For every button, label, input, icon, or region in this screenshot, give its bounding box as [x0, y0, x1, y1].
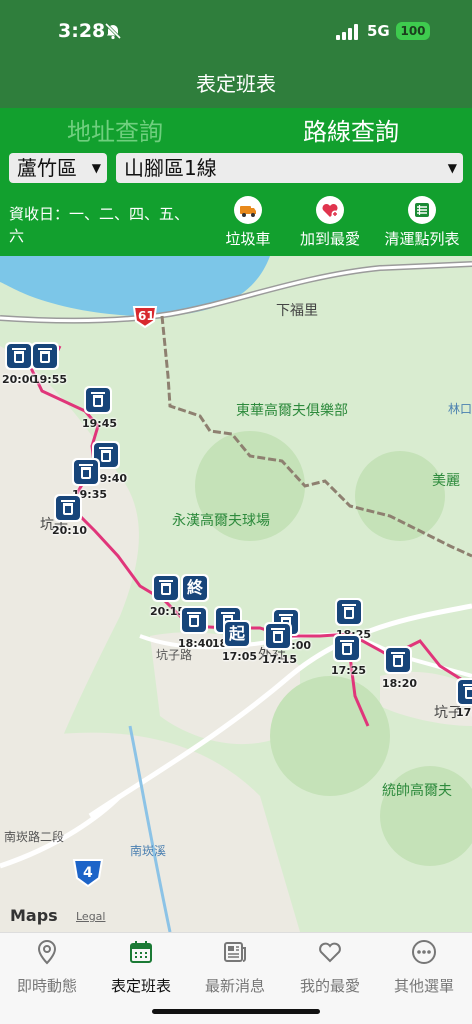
tab-favorites[interactable]: 我的最愛 [283, 939, 377, 996]
bell-muted-icon [104, 22, 122, 40]
stop-marker[interactable] [31, 342, 59, 370]
tab-address-search[interactable]: 地址查詢 [67, 112, 163, 147]
place-donghua-golf: 東華高爾夫俱樂部 [236, 403, 348, 419]
trash-can-icon [335, 636, 359, 660]
route-select-value: 山腳區1線 [124, 156, 217, 180]
trash-can-icon [337, 600, 361, 624]
place-tongshuai-golf: 統帥高爾夫 [382, 783, 452, 799]
place-linkou: 林口 [448, 402, 472, 416]
tab-news-label: 最新消息 [204, 977, 265, 995]
battery-indicator: 100 [396, 22, 430, 40]
tab-route-search[interactable]: 路線查詢 [303, 112, 399, 147]
stop-marker[interactable] [335, 598, 363, 626]
list-icon [408, 196, 436, 224]
end-label: 終 [183, 576, 207, 600]
stop-marker[interactable] [456, 678, 472, 706]
district-select-value: 蘆竹區 [17, 156, 77, 180]
stop-time: 17:05 [222, 650, 258, 663]
trash-can-icon [86, 388, 110, 412]
add-favorite-button[interactable]: 加到最愛 [285, 196, 375, 249]
tab-schedule[interactable]: 表定班表 [94, 939, 188, 996]
map-base [0, 256, 472, 932]
heart-plus-icon [316, 196, 344, 224]
app-screen: 3:28 5G 100 表定班表 地址查詢 路線查詢 蘆竹區 ▼ 山腳區1線 ▼… [0, 0, 472, 1024]
trash-can-icon [154, 576, 178, 600]
stop-time: 18:40 [178, 637, 214, 650]
stop-marker[interactable] [152, 574, 180, 602]
stop-marker[interactable] [180, 606, 208, 634]
stop-time: 20:10 [52, 524, 88, 537]
place-mei: 美麗 [432, 473, 460, 489]
stop-marker[interactable] [384, 646, 412, 674]
garbage-truck-label: 垃圾車 [225, 230, 271, 248]
tab-more-label: 其他選單 [393, 977, 454, 995]
page-title: 表定班表 [196, 72, 276, 96]
highway-61-label: 61 [138, 309, 155, 323]
trash-can-icon [33, 344, 57, 368]
trash-can-icon [182, 608, 206, 632]
stop-list-button[interactable]: 清運點列表 [377, 196, 467, 249]
tab-favorites-label: 我的最愛 [299, 977, 360, 995]
garbage-truck-button[interactable]: 垃圾車 [203, 196, 293, 249]
river-nankan: 南崁溪 [130, 844, 167, 858]
stop-marker[interactable] [54, 494, 82, 522]
stop-list-label: 清運點列表 [384, 230, 460, 248]
collection-days: 資收日：一、二、四、五、六 [9, 205, 190, 245]
tab-news[interactable]: 最新消息 [188, 939, 282, 996]
legal-link[interactable]: Legal [76, 910, 105, 923]
trash-can-icon [7, 344, 31, 368]
location-pin-icon [37, 939, 57, 965]
stop-marker[interactable] [5, 342, 33, 370]
more-icon [412, 940, 436, 964]
road-nankan: 南崁路二段 [4, 830, 65, 844]
place-xiafuli: 下福里 [276, 303, 318, 319]
stop-time: 17:25 [331, 664, 367, 677]
place-yonghan-golf: 永漢高爾夫球場 [172, 513, 270, 529]
news-icon [224, 942, 246, 962]
trash-can-icon [56, 496, 80, 520]
start-label: 起 [225, 622, 249, 646]
trash-can-icon [74, 460, 98, 484]
tab-schedule-label: 表定班表 [110, 977, 171, 995]
trash-can-icon [458, 680, 472, 704]
route-select[interactable]: 山腳區1線 ▼ [116, 153, 463, 183]
trash-can-icon [386, 648, 410, 672]
stop-time: 19:45 [82, 417, 118, 430]
stop-time: 17: [456, 706, 472, 719]
chevron-down-icon: ▼ [447, 161, 457, 175]
tab-realtime-label: 即時動態 [16, 977, 77, 995]
route-map[interactable]: 61 4 下福里 東華高爾夫俱樂部 永漢高爾夫球場 統帥高爾夫 美麗 林口 坑子… [0, 256, 472, 932]
add-favorite-label: 加到最愛 [299, 230, 360, 248]
tab-more[interactable]: 其他選單 [377, 939, 471, 996]
status-time: 3:28 [58, 20, 106, 42]
trash-can-icon [266, 624, 290, 648]
stop-time: 19:55 [32, 373, 68, 386]
network-type: 5G [367, 22, 390, 40]
stop-marker[interactable] [72, 458, 100, 486]
stop-marker[interactable] [333, 634, 361, 662]
home-indicator [152, 1009, 320, 1014]
tab-realtime[interactable]: 即時動態 [0, 939, 94, 996]
maps-attribution: Maps [10, 906, 58, 925]
district-select[interactable]: 蘆竹區 ▼ [9, 153, 107, 183]
stop-marker[interactable] [84, 386, 112, 414]
heart-icon [319, 942, 341, 963]
stop-time: 18:20 [382, 677, 418, 690]
end-stop-marker[interactable]: 終 [181, 574, 209, 602]
top-bar: 3:28 5G 100 表定班表 [0, 0, 472, 108]
cellular-signal-icon [336, 24, 358, 40]
garbage-truck-icon [234, 196, 262, 224]
highway-4-label: 4 [83, 865, 93, 881]
chevron-down-icon: ▼ [91, 161, 101, 175]
stop-marker[interactable] [264, 622, 292, 650]
calendar-icon [130, 941, 152, 963]
stop-time: 17:15 [262, 653, 298, 666]
start-stop-marker[interactable]: 起 [223, 620, 251, 648]
